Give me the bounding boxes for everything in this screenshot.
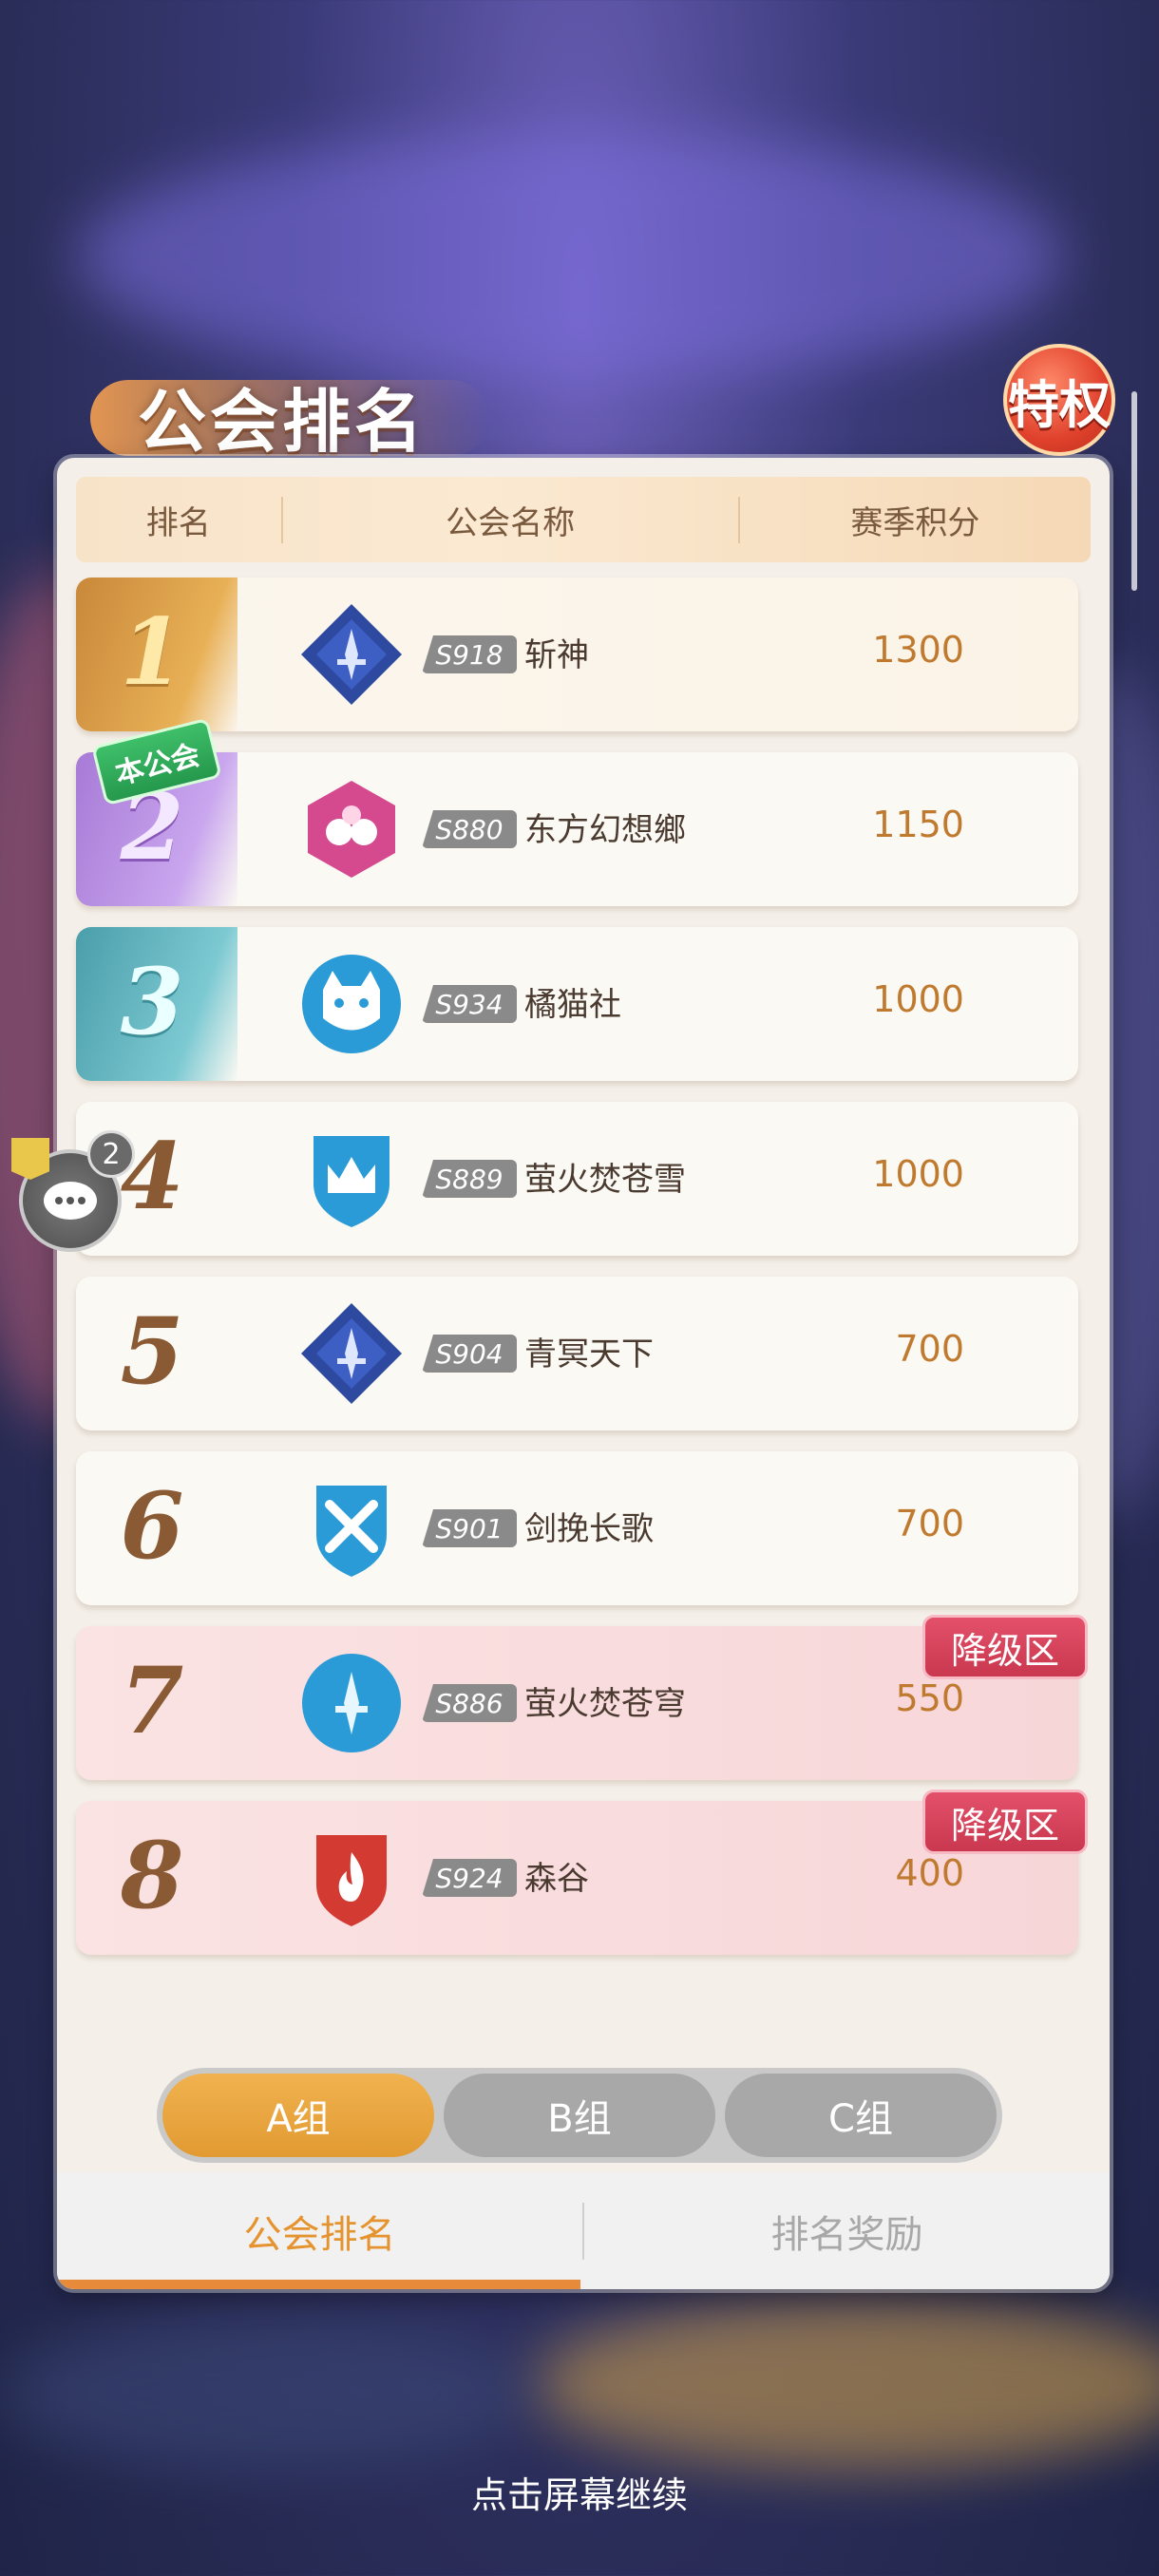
guild-score: 550 — [895, 1677, 964, 1719]
guild-name: 森谷 — [524, 1860, 589, 1898]
rank-number: 5 — [120, 1297, 184, 1405]
tap-to-continue-hint[interactable]: 点击屏幕继续 — [0, 2466, 1159, 2518]
server-tag: S901 — [422, 1509, 517, 1547]
server-tag: S889 — [422, 1160, 517, 1198]
rank-number: 1 — [120, 598, 184, 706]
table-row[interactable]: 2 本公会 S880 东方幻想鄉 1150 — [76, 717, 1078, 906]
rank-number: 6 — [120, 1472, 184, 1580]
scrollbar[interactable] — [1131, 391, 1137, 591]
bottom-tab-bar: 公会排名 排名奖励 — [57, 2172, 1110, 2289]
server-tag: S918 — [422, 635, 517, 673]
tab-ranking-rewards[interactable]: 排名奖励 — [584, 2172, 1110, 2289]
cat-icon — [302, 955, 401, 1053]
sword-circle-icon — [302, 1654, 401, 1752]
guild-score: 1000 — [872, 978, 964, 1020]
group-tab-bar: A组 B组 C组 — [157, 2068, 1002, 2163]
table-row[interactable]: 4 S889 萤火焚苍雪 1000 — [76, 1102, 1078, 1256]
guild-name: 橘猫社 — [524, 986, 621, 1024]
hexagon-flower-icon — [308, 781, 395, 878]
guild-score: 700 — [895, 1503, 964, 1544]
crown-shield-icon — [314, 1136, 390, 1227]
table-row[interactable]: 7 S886 萤火焚苍穹 550 降级区 — [76, 1615, 1088, 1780]
server-tag: S924 — [422, 1859, 517, 1897]
guild-score: 1300 — [872, 629, 964, 671]
rank-number: 3 — [120, 948, 184, 1055]
privilege-button[interactable]: 特权 — [1003, 344, 1115, 456]
table-row[interactable]: 5 S904 青冥天下 700 — [76, 1277, 1078, 1430]
rank-number: 8 — [120, 1822, 184, 1929]
fire-shield-icon — [316, 1835, 387, 1926]
tab-group-a[interactable]: A组 — [162, 2074, 434, 2157]
guild-name: 萤火焚苍雪 — [524, 1161, 686, 1199]
sword-diamond-icon — [301, 604, 402, 705]
chat-badge-count: 2 — [87, 1130, 135, 1178]
table-row[interactable]: 3 S934 橘猫社 1000 — [76, 927, 1078, 1081]
guild-name: 萤火焚苍穹 — [524, 1685, 686, 1723]
guild-name: 剑挽长歌 — [524, 1510, 654, 1548]
server-tag: S880 — [422, 810, 517, 848]
table-header: 排名 公会名称 赛季积分 — [76, 477, 1091, 562]
table-row[interactable]: 6 S901 剑挽长歌 700 — [76, 1451, 1078, 1605]
relegation-badge: 降级区 — [922, 1615, 1088, 1679]
server-tag: S904 — [422, 1335, 517, 1373]
guild-name: 东方幻想鄉 — [524, 811, 686, 849]
header-score: 赛季积分 — [850, 503, 980, 542]
guild-score: 400 — [895, 1852, 964, 1894]
header-rank: 排名 — [145, 503, 211, 542]
table-row[interactable]: 8 S924 森谷 400 降级区 — [76, 1790, 1088, 1955]
page-title: 公会排名 — [138, 381, 428, 462]
server-tag: S934 — [422, 985, 517, 1023]
flag-icon — [11, 1138, 49, 1180]
guild-score: 700 — [895, 1328, 964, 1370]
guild-score: 1150 — [872, 804, 964, 845]
guild-name: 斩神 — [524, 636, 589, 674]
table-row[interactable]: 1 S918 斩神 1300 — [76, 578, 1078, 731]
sword-diamond-icon — [301, 1303, 402, 1404]
crossed-swords-shield-icon — [316, 1486, 387, 1577]
ranking-panel: 排名 公会名称 赛季积分 1 S918 斩神 1300 2 本公会 S880 东… — [57, 458, 1110, 2289]
header-name: 公会名称 — [280, 496, 740, 543]
server-tag: S886 — [422, 1684, 517, 1722]
relegation-badge: 降级区 — [922, 1790, 1088, 1854]
guild-name: 青冥天下 — [524, 1335, 654, 1373]
tab-guild-ranking[interactable]: 公会排名 — [57, 2172, 582, 2289]
rank-number: 7 — [120, 1647, 184, 1754]
tab-group-b[interactable]: B组 — [444, 2074, 715, 2157]
guild-score: 1000 — [872, 1153, 964, 1195]
tab-group-c[interactable]: C组 — [725, 2074, 997, 2157]
